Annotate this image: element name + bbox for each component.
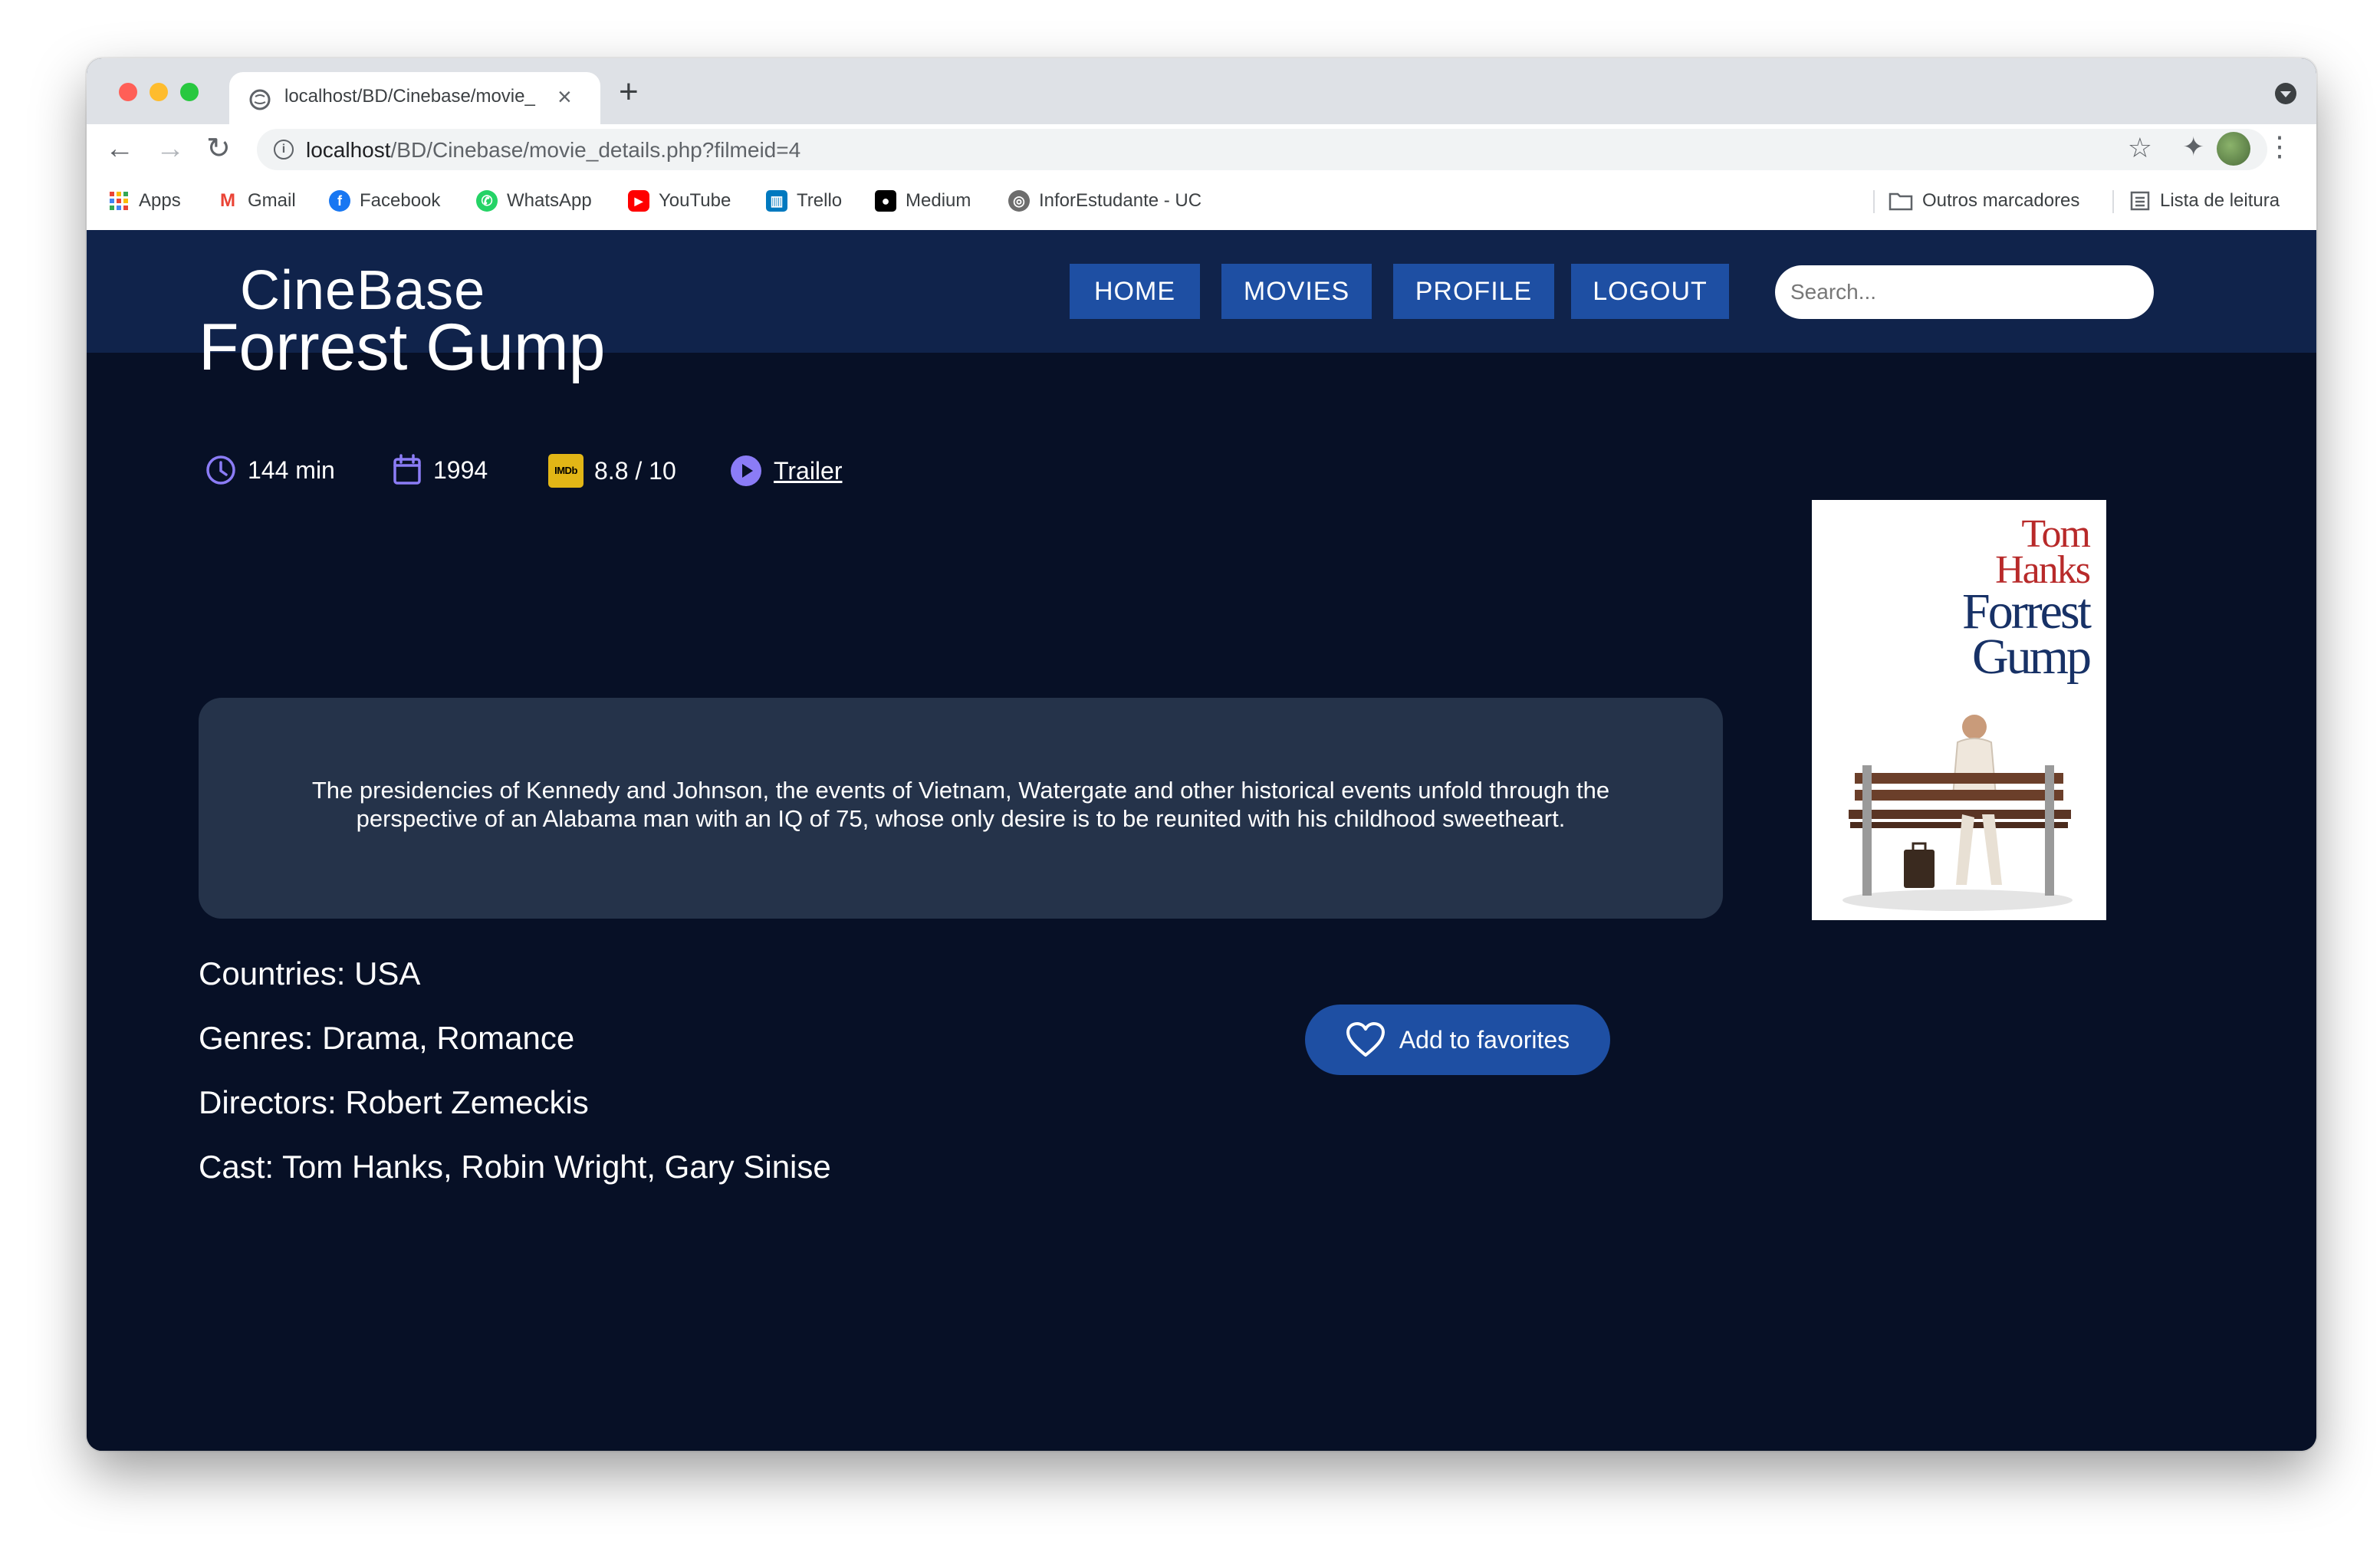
inforestudante-icon: ◎ (1008, 190, 1030, 212)
reading-list-icon (2130, 191, 2150, 211)
tab-close-icon[interactable]: × (557, 83, 572, 110)
bookmark-facebook[interactable]: f Facebook (329, 190, 440, 212)
tab-title: localhost/BD/Cinebase/movie_ (284, 86, 535, 107)
directors-text: Directors: Robert Zemeckis (199, 1084, 589, 1120)
bench-illustration (1843, 715, 2073, 911)
year-meta: 1994 (392, 454, 488, 486)
bookmark-star-icon[interactable]: ☆ (2128, 132, 2152, 164)
bookmarks-divider (2112, 190, 2114, 213)
bookmark-label: YouTube (659, 190, 731, 211)
forward-arrow-icon[interactable]: → (156, 132, 185, 166)
play-circle-icon[interactable] (729, 454, 763, 488)
bookmark-label: Facebook (360, 190, 441, 211)
bookmark-label: WhatsApp (507, 190, 592, 211)
globe-favicon-icon (249, 89, 271, 110)
calendar-icon (393, 454, 421, 485)
nav-movies-link[interactable]: MOVIES (1221, 264, 1372, 319)
bookmark-label: Medium (906, 190, 971, 211)
poster-film-line: Forrest (1962, 583, 2092, 640)
tab-strip: localhost/BD/Cinebase/movie_ × + (87, 58, 2316, 124)
youtube-icon: ▶ (628, 190, 649, 212)
trailer-meta: Trailer (729, 454, 842, 488)
trello-icon: ▥ (766, 190, 787, 212)
duration-value: 144 min (248, 455, 335, 484)
countries-text: Countries: USA (199, 955, 421, 991)
nav-logout-link[interactable]: LOGOUT (1571, 264, 1729, 319)
year-value: 1994 (433, 455, 488, 484)
cast-text: Cast: Tom Hanks, Robin Wright, Gary Sini… (199, 1149, 831, 1185)
heart-icon (1346, 1022, 1385, 1057)
medium-icon: ● (875, 190, 896, 212)
duration-meta: 144 min (205, 454, 335, 486)
bookmark-whatsapp[interactable]: ✆ WhatsApp (476, 190, 592, 212)
bookmark-gmail[interactable]: M Gmail (217, 190, 296, 212)
movie-poster: Tom Hanks Forrest Gump (1812, 500, 2106, 920)
folder-icon (1889, 192, 1913, 211)
maximize-window-button[interactable] (180, 83, 199, 101)
bookmark-label: Outros marcadores (1922, 190, 2080, 211)
whatsapp-icon: ✆ (476, 190, 498, 212)
web-page: CineBase HOME MOVIES PROFILE LOGOUT Forr… (87, 230, 2316, 1451)
browser-tab-active[interactable]: localhost/BD/Cinebase/movie_ × (229, 72, 600, 124)
bookmark-inforestudante[interactable]: ◎ InforEstudante - UC (1008, 190, 1202, 212)
plot-summary: The presidencies of Kennedy and Johnson,… (199, 698, 1723, 919)
bookmark-youtube[interactable]: ▶ YouTube (628, 190, 731, 212)
browser-menu-icon[interactable]: ⋮ (2266, 130, 2293, 163)
nav-profile-link[interactable]: PROFILE (1393, 264, 1554, 319)
browser-toolbar: ← → ↻ i localhost/BD/Cinebase/movie_deta… (87, 124, 2316, 175)
bookmark-label: InforEstudante - UC (1039, 190, 1202, 211)
search-input[interactable] (1775, 265, 2154, 319)
new-tab-button[interactable]: + (619, 74, 639, 110)
close-window-button[interactable] (119, 83, 137, 101)
gmail-icon: M (217, 190, 238, 212)
minimize-window-button[interactable] (150, 83, 168, 101)
back-arrow-icon[interactable]: ← (105, 132, 134, 166)
address-bar[interactable]: i localhost/BD/Cinebase/movie_details.ph… (257, 129, 2267, 170)
nav-home-link[interactable]: HOME (1070, 264, 1200, 319)
poster-title-art: Tom Hanks Forrest Gump (1962, 512, 2092, 685)
add-to-favorites-button[interactable]: Add to favorites (1305, 1005, 1610, 1075)
bookmark-other-folder[interactable]: Outros marcadores (1889, 190, 2079, 212)
rating-meta: IMDb 8.8 / 10 (548, 454, 676, 488)
poster-actor-line: Tom (2021, 512, 2091, 556)
bookmark-apps[interactable]: Apps (108, 190, 181, 212)
profile-avatar[interactable] (2217, 132, 2250, 166)
bookmark-label: Lista de leitura (2160, 190, 2280, 211)
site-info-icon[interactable]: i (274, 140, 294, 159)
reading-list[interactable]: Lista de leitura (2129, 190, 2280, 212)
reload-icon[interactable]: ↻ (206, 132, 231, 166)
apps-grid-icon (110, 192, 128, 210)
movie-title: Forrest Gump (199, 311, 606, 384)
imdb-logo-icon: IMDb (548, 454, 583, 488)
favorite-button-label: Add to favorites (1399, 1025, 1570, 1054)
extensions-puzzle-icon[interactable]: ✦ (2183, 132, 2205, 163)
trailer-link[interactable]: Trailer (774, 457, 842, 485)
bookmark-label: Trello (797, 190, 843, 211)
poster-film-line: Gump (1972, 628, 2092, 685)
browser-window: localhost/BD/Cinebase/movie_ × + ← → ↻ i… (87, 58, 2316, 1451)
bookmark-label: Apps (139, 190, 181, 211)
bookmark-label: Gmail (248, 190, 296, 211)
tab-search-icon[interactable] (2275, 83, 2296, 104)
bookmarks-divider (1873, 190, 1875, 213)
bookmark-trello[interactable]: ▥ Trello (766, 190, 842, 212)
genres-text: Genres: Drama, Romance (199, 1020, 575, 1056)
rating-value: 8.8 / 10 (594, 456, 676, 485)
bookmarks-bar: Apps M Gmail f Facebook ✆ WhatsApp ▶ You… (87, 175, 2316, 231)
bookmark-medium[interactable]: ● Medium (875, 190, 971, 212)
clock-icon (206, 455, 235, 485)
facebook-icon: f (329, 190, 350, 212)
url-text[interactable]: localhost/BD/Cinebase/movie_details.php?… (306, 138, 800, 163)
